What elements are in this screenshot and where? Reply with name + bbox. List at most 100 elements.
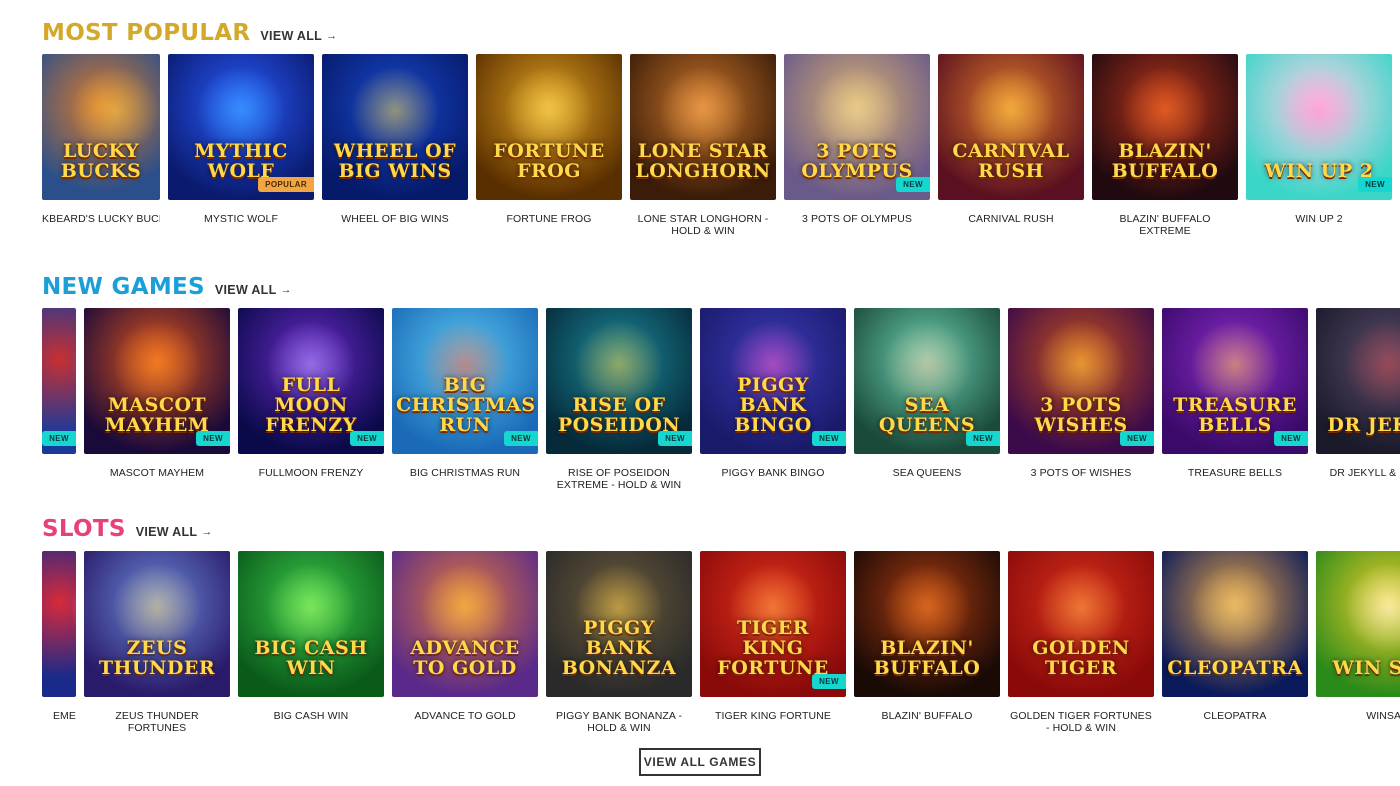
game-title: ZEUS THUNDER FORTUNES [115, 710, 199, 734]
game-tile[interactable]: BLAZIN' BUFFALO BLAZIN' BUFFALO [854, 551, 1000, 751]
game-title: DR JEKYLL & MR HYDE [1329, 467, 1400, 479]
game-tile[interactable]: 3 POTS OLYMPUS NEW 3 POTS OF OLYMPUS [784, 54, 930, 254]
game-logo: BIG CHRISTMAS RUN [396, 374, 536, 437]
game-row[interactable]: EME ZEUS THUNDER ZEUS THUNDER FORTUNES BIG … [42, 551, 1400, 751]
game-tile[interactable]: TIGER KING FORTUNE NEW TIGER KING FORTUNE [700, 551, 846, 751]
game-logo: BLAZIN' BUFFALO [873, 637, 981, 680]
view-all-label: VIEW ALL [260, 29, 323, 43]
view-all-link[interactable]: VIEW ALL → [136, 525, 213, 539]
game-title: WHEEL OF BIG WINS [341, 213, 449, 225]
game-thumbnail[interactable]: SEA QUEENS NEW [854, 308, 1000, 454]
game-logo: PIGGY BANK BINGO [734, 374, 812, 437]
game-tile[interactable]: ADVANCE TO GOLD ADVANCE TO GOLD [392, 551, 538, 751]
game-logo: GOLDEN TIGER [1032, 637, 1130, 680]
arrow-right-icon: → [201, 526, 213, 538]
game-title: WINSANI [1366, 710, 1400, 722]
game-tile[interactable]: CARNIVAL RUSH CARNIVAL RUSH [938, 54, 1084, 254]
game-thumbnail[interactable]: ZEUS THUNDER [84, 551, 230, 697]
game-tile[interactable]: MASCOT MAYHEM NEW MASCOT MAYHEM [84, 308, 230, 508]
game-thumbnail[interactable]: 3 POTS OLYMPUS NEW [784, 54, 930, 200]
game-thumbnail[interactable] [42, 551, 76, 697]
game-logo: FORTUNE FROG [493, 140, 605, 183]
game-logo: LONE STAR LONGHORN [635, 140, 771, 183]
game-tile[interactable]: PIGGY BANK BONANZA PIGGY BANK BONANZA - H… [546, 551, 692, 751]
game-logo: BIG CASH WIN [254, 637, 368, 680]
game-thumbnail[interactable]: WHEEL OF BIG WINS [322, 54, 468, 200]
new-badge: NEW [896, 177, 930, 192]
game-tile[interactable]: SEA QUEENS NEW SEA QUEENS [854, 308, 1000, 508]
game-tile[interactable]: GOLDEN TIGER GOLDEN TIGER FORTUNES - HOLD… [1008, 551, 1154, 751]
game-title: SEA QUEENS [892, 467, 962, 479]
game-thumbnail[interactable]: BLAZIN' BUFFALO [854, 551, 1000, 697]
game-thumbnail[interactable]: ADVANCE TO GOLD [392, 551, 538, 697]
game-thumbnail[interactable]: MASCOT MAYHEM NEW [84, 308, 230, 454]
arrow-right-icon: → [326, 30, 338, 42]
game-thumbnail[interactable]: WIN SANI [1316, 551, 1400, 697]
game-thumbnail[interactable]: CLEOPATRA [1162, 551, 1308, 697]
game-thumbnail[interactable]: GOLDEN TIGER [1008, 551, 1154, 697]
game-art-highlight [1190, 563, 1280, 653]
game-title: BLAZIN' BUFFALO [881, 710, 973, 722]
game-tile[interactable]: ZEUS THUNDER ZEUS THUNDER FORTUNES [84, 551, 230, 751]
view-all-games-button[interactable]: VIEW ALL GAMES [639, 748, 761, 776]
game-thumbnail[interactable]: LUCKY BUCKS [42, 54, 160, 200]
game-thumbnail[interactable]: CARNIVAL RUSH [938, 54, 1084, 200]
game-thumbnail[interactable]: FORTUNE FROG [476, 54, 622, 200]
game-tile[interactable]: WHEEL OF BIG WINS WHEEL OF BIG WINS [322, 54, 468, 254]
game-logo: CARNIVAL RUSH [952, 140, 1070, 183]
game-thumbnail[interactable]: MYTHIC WOLF POPULAR [168, 54, 314, 200]
view-all-link[interactable]: VIEW ALL → [260, 29, 337, 43]
game-tile[interactable]: NEW [42, 308, 76, 508]
game-thumbnail[interactable]: BIG CASH WIN [238, 551, 384, 697]
game-thumbnail[interactable]: PIGGY BANK BONANZA [546, 551, 692, 697]
game-thumbnail[interactable]: 3 POTS WISHES NEW [1008, 308, 1154, 454]
game-title: GOLDEN TIGER FORTUNES - HOLD & WIN [1010, 710, 1152, 734]
new-badge: NEW [350, 431, 384, 446]
game-tile[interactable]: FULL MOON FRENZY NEW FULLMOON FRENZY [238, 308, 384, 508]
view-all-label: VIEW ALL [135, 525, 198, 539]
game-title: ADVANCE TO GOLD [414, 710, 516, 722]
game-tile[interactable]: BIG CASH WIN BIG CASH WIN [238, 551, 384, 751]
game-tile[interactable]: 3 POTS WISHES NEW 3 POTS OF WISHES [1008, 308, 1154, 508]
game-row[interactable]: LUCKY BUCKS KBEARD'S LUCKY BUCKS MYTHIC WO… [42, 54, 1400, 254]
game-tile[interactable]: PIGGY BANK BINGO NEW PIGGY BANK BINGO [700, 308, 846, 508]
game-logo: BLAZIN' BUFFALO [1111, 140, 1219, 183]
game-tile[interactable]: CLEOPATRA CLEOPATRA [1162, 551, 1308, 751]
game-title: RISE OF POSEIDON EXTREME - HOLD & WIN [556, 467, 682, 491]
view-all-link[interactable]: VIEW ALL → [215, 283, 292, 297]
game-logo: ZEUS THUNDER [98, 637, 216, 680]
game-tile[interactable]: MYTHIC WOLF POPULAR MYSTIC WOLF [168, 54, 314, 254]
game-tile[interactable]: RISE OF POSEIDON NEW RISE OF POSEIDON EXTR… [546, 308, 692, 508]
game-thumbnail[interactable]: PIGGY BANK BINGO NEW [700, 308, 846, 454]
game-art-highlight [1274, 66, 1364, 156]
view-all-label: VIEW ALL [214, 283, 277, 297]
game-thumbnail[interactable]: BIG CHRISTMAS RUN NEW [392, 308, 538, 454]
game-tile[interactable]: LONE STAR LONGHORN LONE STAR LONGHORN - H… [630, 54, 776, 254]
game-thumbnail[interactable]: TIGER KING FORTUNE NEW [700, 551, 846, 697]
game-title: WIN UP 2 [1295, 213, 1343, 225]
game-thumbnail[interactable]: WIN UP 2 NEW [1246, 54, 1392, 200]
game-tile[interactable]: WIN UP 2 NEW WIN UP 2 [1246, 54, 1392, 254]
section-title: NEW GAMES [42, 274, 205, 300]
game-thumbnail[interactable]: TREASURE BELLS NEW [1162, 308, 1308, 454]
game-row[interactable]: NEW MASCOT MAYHEM NEW MASCOT MAYHEM FULL MOO… [42, 308, 1400, 508]
game-tile[interactable]: TREASURE BELLS NEW TREASURE BELLS [1162, 308, 1308, 508]
game-thumbnail[interactable]: DR JEKYLL [1316, 308, 1400, 454]
game-thumbnail[interactable]: BLAZIN' BUFFALO [1092, 54, 1238, 200]
new-badge: NEW [812, 674, 846, 689]
popular-badge: POPULAR [258, 177, 314, 192]
game-thumbnail[interactable]: RISE OF POSEIDON NEW [546, 308, 692, 454]
game-title: TREASURE BELLS [1187, 467, 1283, 479]
game-tile[interactable]: BIG CHRISTMAS RUN NEW BIG CHRISTMAS RUN [392, 308, 538, 508]
game-tile[interactable]: EME [42, 551, 76, 751]
game-logo: ADVANCE TO GOLD [410, 637, 520, 680]
game-tile[interactable]: FORTUNE FROG FORTUNE FROG [476, 54, 622, 254]
game-thumbnail[interactable]: FULL MOON FRENZY NEW [238, 308, 384, 454]
game-title: PIGGY BANK BINGO [721, 467, 825, 479]
game-tile[interactable]: LUCKY BUCKS KBEARD'S LUCKY BUCKS [42, 54, 160, 254]
game-tile[interactable]: BLAZIN' BUFFALO BLAZIN' BUFFALO EXTREME [1092, 54, 1238, 254]
game-tile[interactable]: WIN SANI WINSANI [1316, 551, 1400, 751]
game-thumbnail[interactable]: LONE STAR LONGHORN [630, 54, 776, 200]
game-tile[interactable]: DR JEKYLL DR JEKYLL & MR HYDE [1316, 308, 1400, 508]
game-thumbnail[interactable]: NEW [42, 308, 76, 454]
